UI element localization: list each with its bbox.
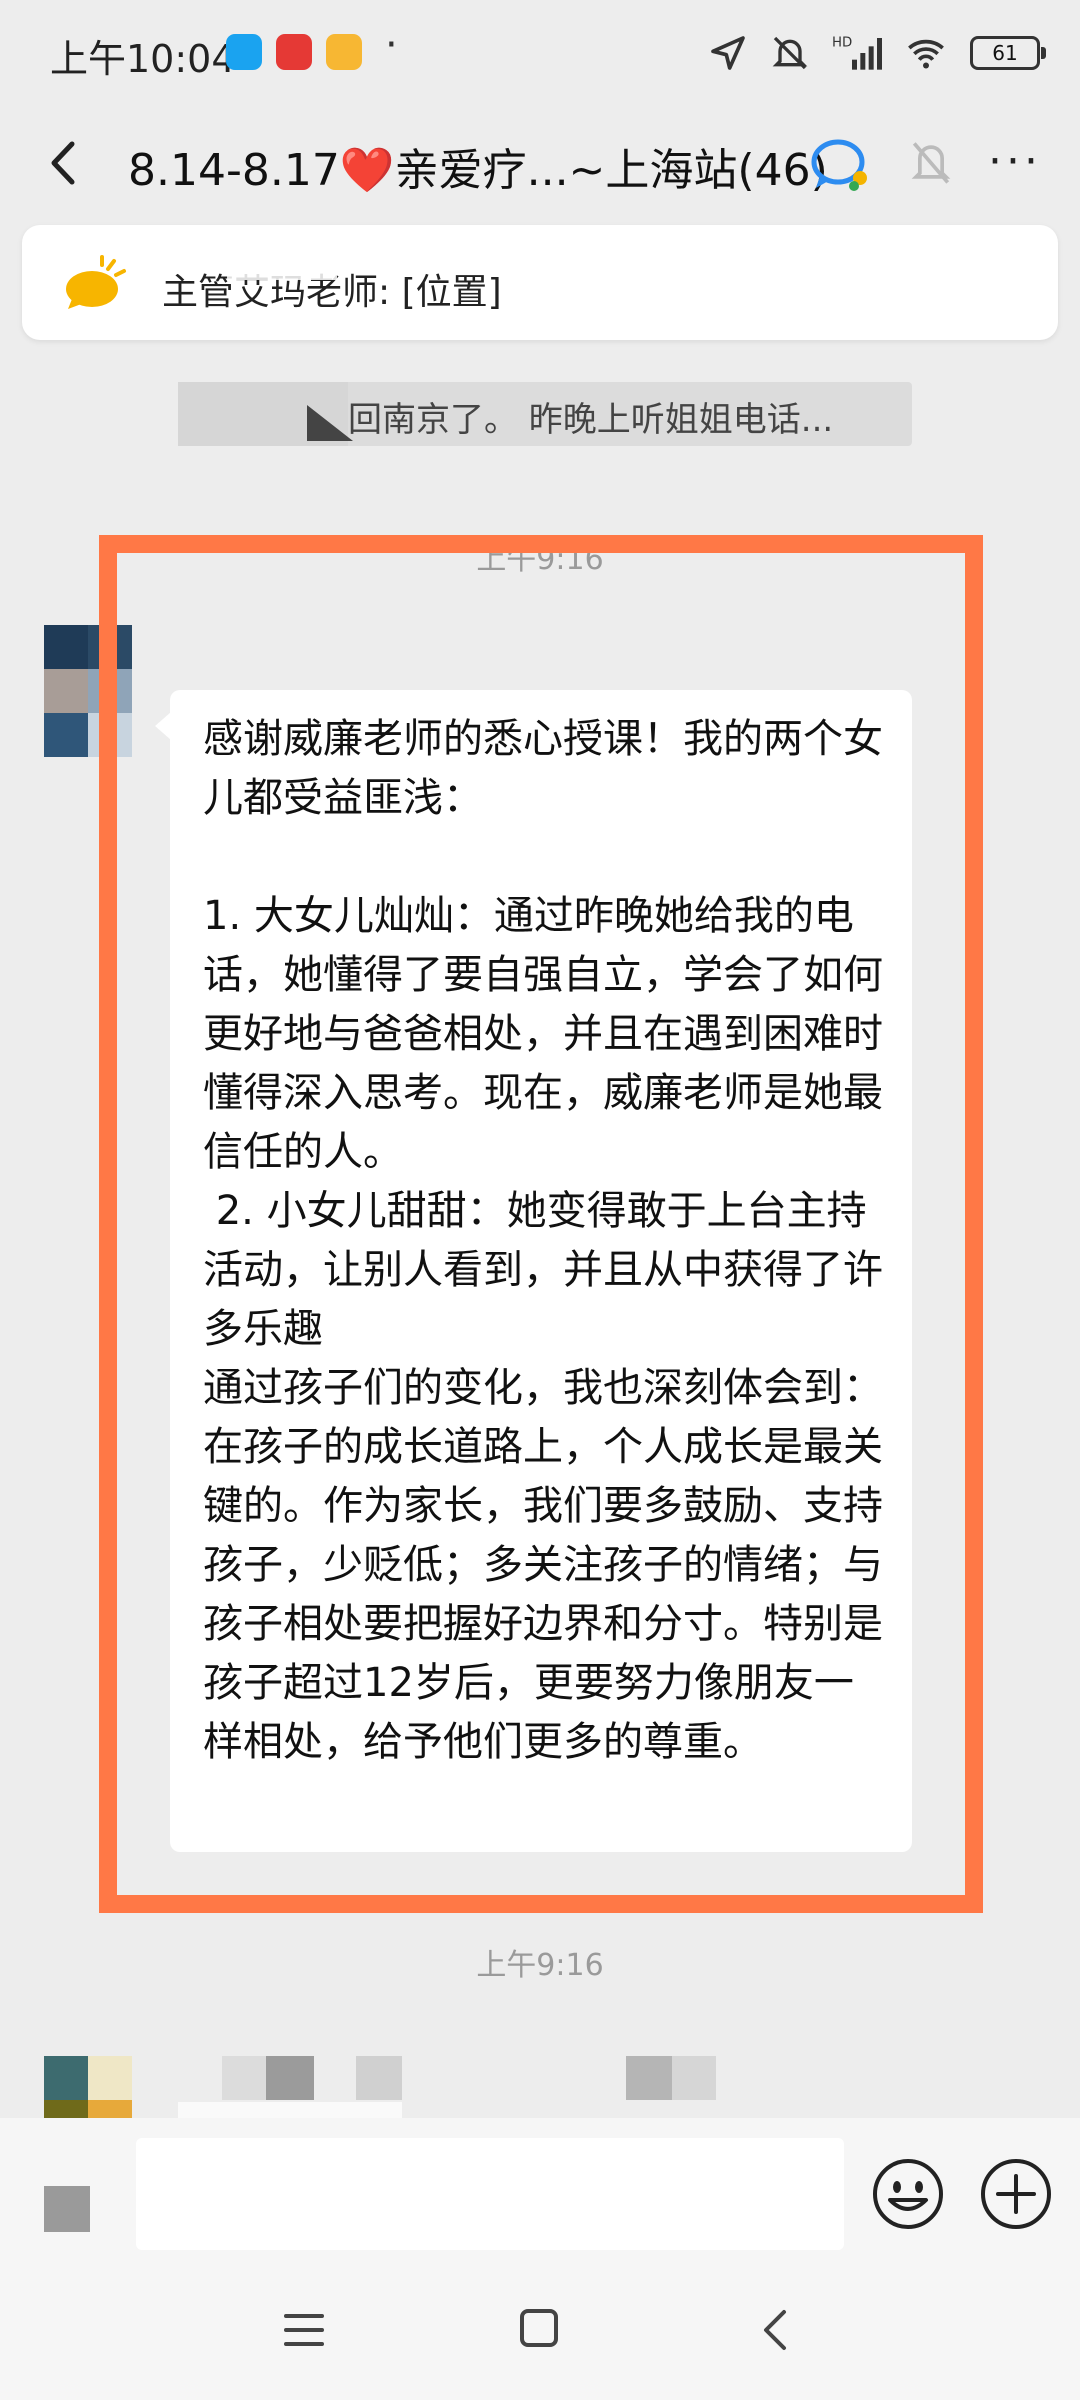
quote-marker-icon (307, 405, 353, 441)
redaction-blur (227, 260, 337, 280)
app-notification-icon (226, 34, 262, 70)
battery-icon: 61 (970, 36, 1046, 70)
status-indicators: HD 61 (708, 28, 1046, 78)
redaction-blur (356, 2056, 402, 2100)
app-notification-icon (276, 34, 312, 70)
signal-icon: HD (832, 35, 882, 70)
bell-off-icon (911, 142, 951, 184)
redaction-blur (222, 2056, 266, 2100)
back-button[interactable] (30, 128, 100, 198)
pinned-announcement[interactable]: 主管艾玛老师: [位置] (22, 225, 1058, 340)
more-dots-icon[interactable]: ··· (975, 132, 1055, 192)
svg-text:HD: HD (832, 35, 852, 50)
status-time: 上午10:04 (50, 37, 236, 81)
status-more-dot: · (385, 22, 398, 68)
redaction-blur (672, 2056, 716, 2100)
redaction-blur (626, 2056, 672, 2100)
status-bar: 上午10:04 · HD 61 (0, 0, 1080, 110)
nav-back-icon[interactable] (756, 2306, 792, 2354)
emoji-icon[interactable] (870, 2156, 946, 2232)
plus-icon[interactable] (978, 2156, 1054, 2232)
chat-bubble-icon (811, 139, 867, 191)
app-notification-icon (326, 34, 362, 70)
home-square-icon[interactable] (518, 2307, 560, 2349)
menu-icon[interactable] (282, 2310, 326, 2350)
wifi-icon (908, 39, 944, 69)
redaction-blur (266, 2056, 314, 2100)
title-bar: 8.14-8.17❤️亲爱疗...~上海站(46) ··· (0, 110, 1080, 220)
megaphone-icon (66, 255, 126, 309)
quoted-reply-text: 回南京了。 昨晚上听姐姐电话... (348, 400, 834, 440)
voice-toggle-icon[interactable] (44, 2186, 90, 2232)
highlight-frame (99, 535, 983, 1913)
message-input[interactable] (136, 2138, 844, 2250)
location-icon (711, 36, 745, 70)
silent-bell-icon (772, 36, 808, 70)
chat-title[interactable]: 8.14-8.17❤️亲爱疗...~上海站(46) (128, 134, 828, 198)
message-timestamp: 上午9:16 (476, 1948, 604, 1983)
